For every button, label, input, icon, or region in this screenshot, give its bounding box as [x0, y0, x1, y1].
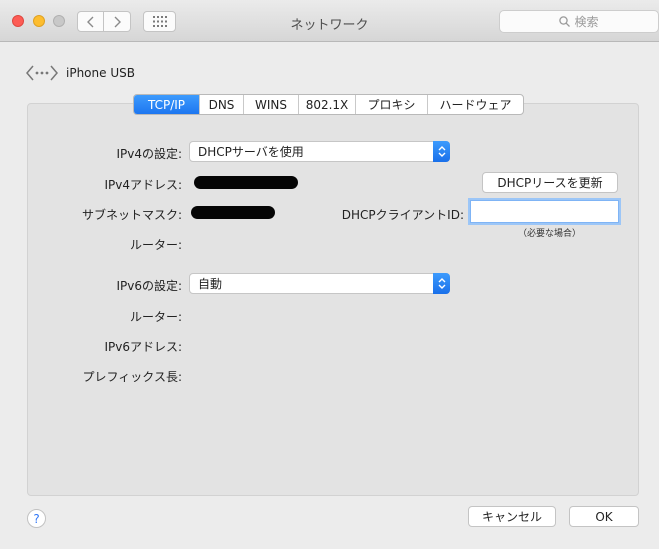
ipv6-config-value: 自動: [198, 277, 223, 291]
ipv6-address-label: IPv6アドレス:: [104, 340, 182, 354]
redacted-ipv4-address: [194, 176, 298, 189]
help-button[interactable]: ?: [27, 509, 46, 528]
ipv6-router-label: ルーター:: [129, 310, 182, 324]
ipv6-config-label: IPv6の設定:: [116, 279, 182, 293]
renew-dhcp-lease-button[interactable]: DHCPリースを更新: [482, 172, 618, 193]
tab-tcpip[interactable]: TCP/IP: [134, 95, 199, 114]
search-icon: [559, 16, 571, 27]
updown-chevron-icon: [433, 273, 450, 294]
interface-name: iPhone USB: [66, 66, 135, 80]
updown-chevron-icon: [433, 141, 450, 162]
ethernet-icon: [26, 65, 58, 81]
tab-wins[interactable]: WINS: [243, 95, 298, 114]
ipv4-config-label: IPv4の設定:: [116, 147, 182, 161]
prefix-length-label: プレフィックス長:: [82, 370, 182, 384]
dhcp-client-id-field[interactable]: [470, 200, 619, 223]
cancel-button[interactable]: キャンセル: [468, 506, 556, 527]
tab-proxy[interactable]: プロキシ: [355, 95, 427, 114]
tab-dns[interactable]: DNS: [199, 95, 243, 114]
router-label: ルーター:: [129, 238, 182, 252]
dhcp-client-id-hint: （必要な場合）: [518, 229, 582, 239]
ipv4-address-label: IPv4アドレス:: [104, 178, 182, 192]
tab-hardware[interactable]: ハードウェア: [427, 95, 523, 114]
search-placeholder: 検索: [574, 15, 599, 29]
ipv6-config-popup[interactable]: 自動: [189, 273, 450, 294]
ok-button[interactable]: OK: [569, 506, 639, 527]
ipv4-config-value: DHCPサーバを使用: [198, 145, 304, 159]
search-field[interactable]: 検索: [499, 10, 659, 33]
redacted-subnet-mask: [191, 206, 275, 219]
question-mark-icon: ?: [33, 511, 40, 526]
ipv4-config-popup[interactable]: DHCPサーバを使用: [189, 141, 450, 162]
dhcp-client-id-label: DHCPクライアントID:: [341, 208, 464, 222]
tab-8021x[interactable]: 802.1X: [298, 95, 355, 114]
subnet-mask-label: サブネットマスク:: [81, 208, 182, 222]
tab-bar: TCP/IP DNS WINS 802.1X プロキシ ハードウェア: [133, 94, 524, 115]
title-bar: ネットワーク 検索: [0, 0, 659, 42]
